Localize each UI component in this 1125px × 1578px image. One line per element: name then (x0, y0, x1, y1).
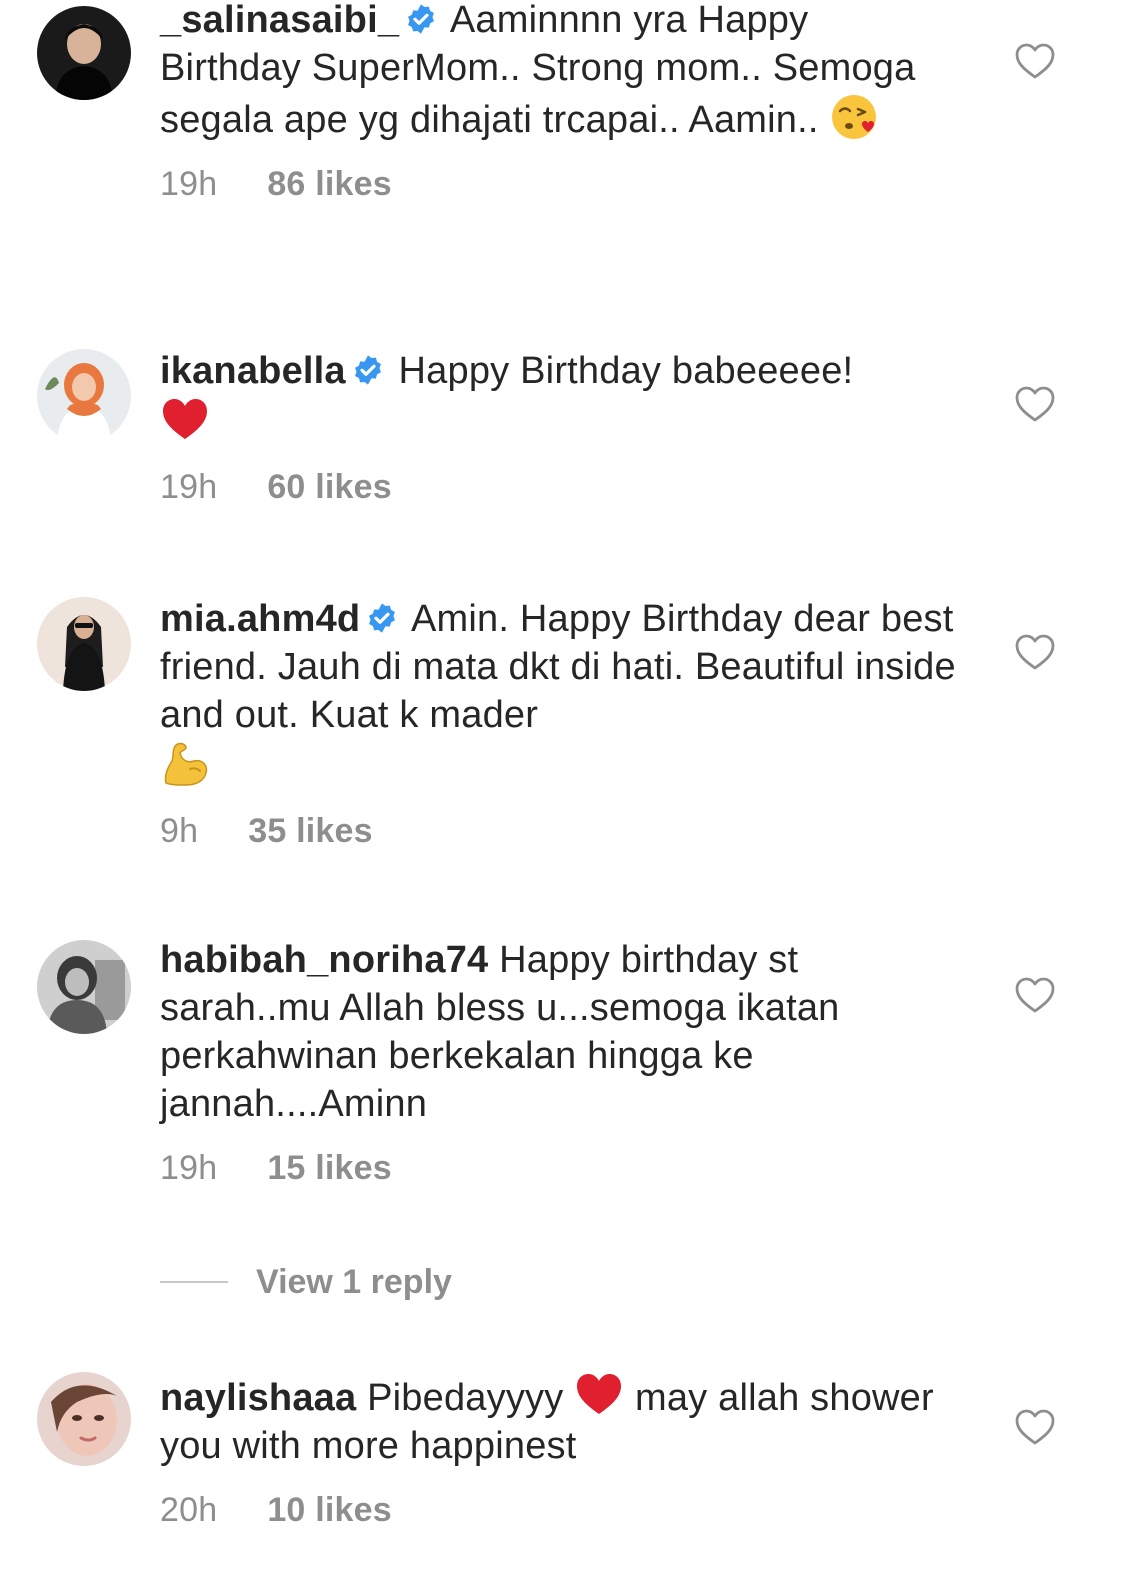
comment-body: _salinasaibi_ Aaminnnn yra Happy Birthda… (160, 0, 960, 204)
view-replies-button[interactable]: View 1 reply (160, 1262, 452, 1302)
heart-outline-icon (1015, 43, 1055, 79)
comment-time: 20h (160, 1491, 218, 1529)
avatar[interactable] (37, 6, 131, 100)
comment-username[interactable]: ikanabella (160, 350, 346, 392)
comment-meta: 9h 35 likes (160, 811, 960, 851)
heart-outline-icon (1015, 1409, 1055, 1445)
like-button[interactable] (1014, 42, 1056, 80)
like-button[interactable] (1014, 633, 1056, 671)
comment-meta: 19h 60 likes (160, 467, 960, 507)
heart-outline-icon (1015, 977, 1055, 1013)
comment-username[interactable]: mia.ahm4d (160, 598, 360, 640)
comment-text: Happy Birthday babeeeee! (398, 350, 854, 392)
verified-badge-icon (352, 354, 384, 386)
comment-likes[interactable]: 15 likes (267, 1148, 392, 1188)
comment-body: mia.ahm4d Amin. Happy Birthday dear best… (160, 595, 960, 851)
red-heart-icon (574, 1370, 624, 1420)
comment-likes[interactable]: 60 likes (267, 467, 392, 507)
comment-username[interactable]: naylishaaa (160, 1377, 356, 1419)
comment-meta: 19h 86 likes (160, 164, 960, 204)
comment-meta: 20h 10 likes (160, 1490, 960, 1530)
comment-meta: 19h 15 likes (160, 1148, 960, 1188)
comment-time: 19h (160, 1149, 218, 1187)
reply-divider (160, 1281, 228, 1283)
avatar[interactable] (37, 940, 131, 1034)
comment-likes[interactable]: 35 likes (248, 811, 373, 851)
comment-body: habibah_noriha74 Happy birthday st sarah… (160, 936, 960, 1188)
like-button[interactable] (1014, 976, 1056, 1014)
view-replies-label: View 1 reply (256, 1263, 452, 1301)
flexed-biceps-icon (160, 739, 210, 789)
heart-outline-icon (1015, 386, 1055, 422)
like-button[interactable] (1014, 1408, 1056, 1446)
heart-outline-icon (1015, 634, 1055, 670)
comment-body: naylishaaa Pibedayyyy may allah shower y… (160, 1370, 960, 1530)
verified-badge-icon (405, 3, 437, 35)
comment-username[interactable]: _salinasaibi_ (160, 0, 399, 41)
comment-time: 19h (160, 165, 218, 203)
comment-time: 19h (160, 468, 218, 506)
avatar[interactable] (37, 1372, 131, 1466)
comment-time: 9h (160, 812, 199, 850)
like-button[interactable] (1014, 385, 1056, 423)
comment-likes[interactable]: 10 likes (267, 1490, 392, 1530)
avatar[interactable] (37, 349, 131, 443)
face-blowing-kiss-icon (829, 92, 879, 142)
comment-text: Pibedayyyy (367, 1377, 564, 1419)
comment-likes[interactable]: 86 likes (267, 164, 392, 204)
avatar[interactable] (37, 597, 131, 691)
verified-badge-icon (366, 602, 398, 634)
red-heart-icon (160, 395, 210, 445)
comment-username[interactable]: habibah_noriha74 (160, 939, 488, 981)
comment-body: ikanabella Happy Birthday babeeeee! 19h … (160, 347, 960, 507)
